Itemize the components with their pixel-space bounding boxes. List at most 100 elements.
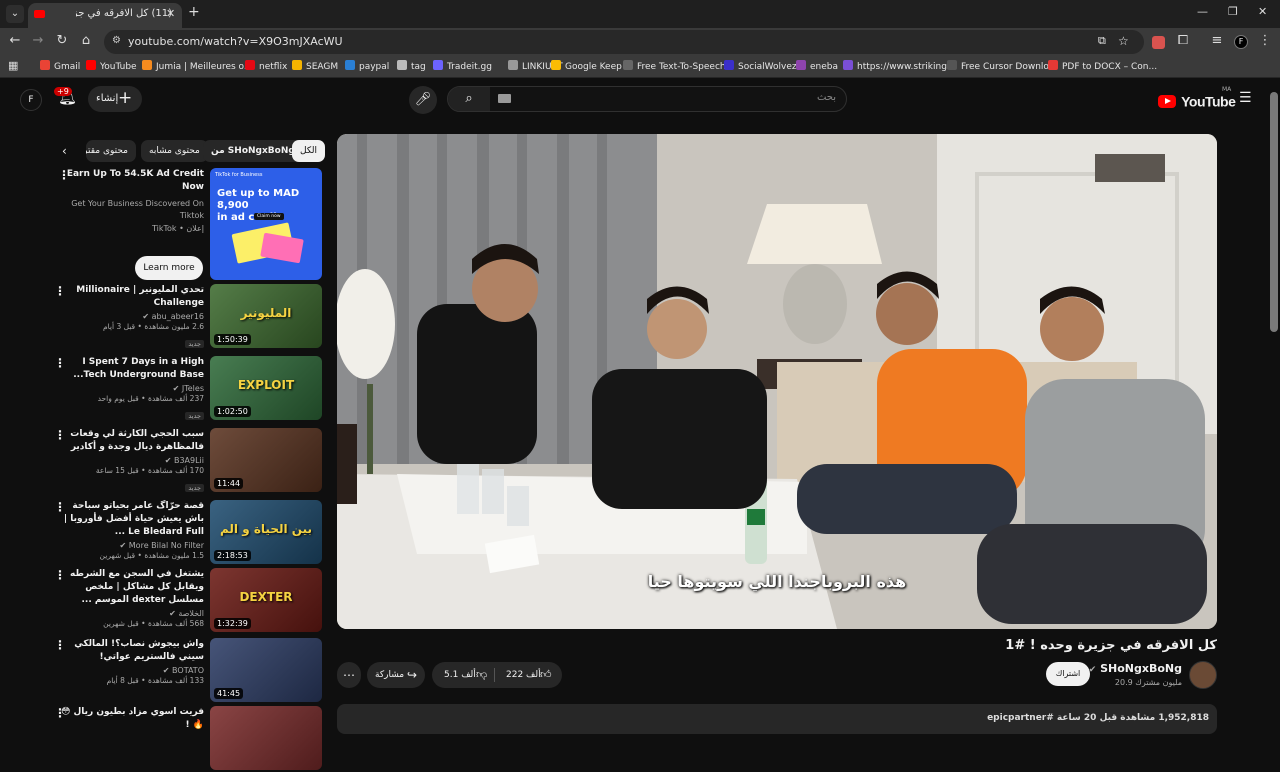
bookmark-item[interactable]: SEAGM [292,60,338,72]
video-title[interactable]: يشتغل في السجن مع الشرطه ويقابل كل مشاكل… [58,568,204,607]
chip-from-channel[interactable]: من SHoNgxBoNg [203,140,303,162]
forward-icon[interactable]: → [29,33,47,48]
channel-name[interactable]: abu_abeer16 ✔ [58,312,204,321]
ad-learn-more-button[interactable]: Learn more [135,256,203,280]
install-app-icon[interactable]: ⧉ [1098,34,1106,48]
related-video-item[interactable]: فريت اسوي مزاد بطيون ريال 😳🔥 ! ⋮ [54,706,322,772]
channel-name[interactable]: ✔ SHoNgxBoNg [1080,662,1182,675]
channel-name[interactable]: More Bilal No Filter ✔ [58,541,204,550]
more-options-icon[interactable]: ⋮ [54,706,66,720]
related-video-item[interactable]: DEXTER 1:32:39 يشتغل في السجن مع الشرطه وي… [54,568,322,634]
hamburger-menu-icon[interactable]: ☰ [1239,90,1252,106]
related-video-item[interactable]: EXPLOIT 1:02:50 I Spent 7 Days in a High T… [54,356,322,422]
apps-grid-icon[interactable]: ▦ [8,59,18,72]
bookmark-item[interactable]: Free Text-To-Speech... [623,60,734,72]
close-window-icon[interactable]: ✕ [1258,5,1267,18]
bookmark-item[interactable]: tag [397,60,426,72]
profile-avatar[interactable]: F [1234,35,1248,49]
close-tab-icon[interactable]: ✕ [166,7,175,20]
home-icon[interactable]: ⌂ [77,33,95,48]
ad-thumbnail[interactable]: TikTok for Business Get up to MAD 8,900 … [210,168,322,280]
back-icon[interactable]: ← [6,33,24,48]
more-options-icon[interactable]: ⋮ [54,356,66,370]
video-title[interactable]: فريت اسوي مزاد بطيون ريال 😳🔥 ! [58,706,204,732]
more-options-icon[interactable]: ⋮ [54,638,66,652]
keyboard-icon[interactable] [498,94,511,103]
ad-card[interactable]: TikTok for Business Get up to MAD 8,900 … [58,168,322,280]
ad-more-icon[interactable]: ⋮ [58,168,70,182]
create-button[interactable]: + إنشاء [88,86,142,112]
search-icon[interactable]: ⌕ [448,87,490,111]
reading-list-icon[interactable]: ≡ [1208,33,1226,48]
video-thumbnail[interactable]: بين الحياة و الم 2:18:53 [210,500,322,564]
bookmark-item[interactable]: YouTube [86,60,137,72]
video-thumbnail[interactable]: DEXTER 1:32:39 [210,568,322,632]
bookmark-item[interactable]: https://www.striking... [843,60,956,72]
new-tab-icon[interactable]: + [188,4,200,20]
extensions-puzzle-icon[interactable]: ⧠ [1174,33,1192,48]
site-info-icon[interactable]: ⚙ [112,35,121,46]
bookmark-item[interactable]: PDF to DOCX – Con... [1048,60,1157,72]
bookmark-item[interactable]: Gmail [40,60,80,72]
like-icon[interactable]: 👍︎ [540,662,552,688]
bookmark-item[interactable]: paypal [345,60,389,72]
description-box[interactable]: 1,952,818 مشاهدة قبل 20 ساعة #epicpartne… [337,704,1217,734]
video-thumbnail[interactable] [210,706,322,770]
address-bar[interactable]: ⚙ youtube.com/watch?v=X9O3mJXAcWU ⧉ ☆ [104,30,1144,54]
video-thumbnail[interactable]: EXPLOIT 1:02:50 [210,356,322,420]
video-thumbnail[interactable]: المليونير 1:50:39 [210,284,322,348]
tab-search-chevron-icon[interactable]: ⌄ [6,5,24,23]
channel-name[interactable]: B3A9Lii ✔ [58,456,204,465]
more-actions-icon[interactable]: ⋯ [337,662,361,688]
dislike-count[interactable]: 5.1 ألف [444,662,476,688]
more-options-icon[interactable]: ⋮ [54,568,66,582]
microphone-icon[interactable]: 🎤︎ [409,86,437,114]
extension-icon[interactable] [1152,36,1165,49]
bookmark-item[interactable]: netflix [245,60,287,72]
dislike-icon[interactable]: 👎︎ [476,662,487,688]
video-title[interactable]: قصة حرّاگ عامر بحياتو سباحة باش يعيش حيا… [58,500,204,539]
bookmark-item[interactable]: eneba [796,60,838,72]
related-video-item[interactable]: 11:44 سبب الحجي الكارثة لي وقعات فالمظاهر… [54,428,322,494]
more-options-icon[interactable]: ⋮ [54,500,66,514]
account-avatar[interactable]: F [20,89,42,111]
bookmark-item[interactable]: SocialWolvez [724,60,797,72]
page-scrollbar[interactable] [1270,92,1278,332]
bookmark-star-icon[interactable]: ☆ [1118,34,1129,48]
more-options-icon[interactable]: ⋮ [54,428,66,442]
video-title[interactable]: تحدي المليونير | Millionaire Challenge [58,284,204,310]
chip-suggested[interactable]: محتوى مقترح [86,140,136,162]
bookmark-item[interactable]: Tradeit.gg [433,60,492,72]
browser-tab[interactable]: (11) كل الافرقه في جزيرة وحده ✕ [28,3,182,28]
minimize-icon[interactable]: — [1197,5,1208,18]
related-video-item[interactable]: المليونير 1:50:39 تحدي المليونير | Million… [54,284,322,350]
bookmark-item[interactable]: Free Cursor Downlo... [947,60,1057,72]
chip-related[interactable]: محتوى مشابه [141,140,208,162]
youtube-logo[interactable]: YouTube MA [1158,86,1236,110]
bookmark-item[interactable]: Jumia | Meilleures o... [142,60,252,72]
search-box[interactable]: ⌕ بحث [447,86,847,112]
channel-avatar[interactable] [1189,661,1217,689]
video-title[interactable]: واش بيجوش نصاب؟! المالكي سيني فالستريم ع… [58,638,204,664]
video-thumbnail[interactable]: 41:45 [210,638,322,702]
chip-all[interactable]: الكل [292,140,326,162]
maximize-icon[interactable]: ❐ [1228,5,1238,18]
chips-prev-chevron-icon[interactable]: ‹ [62,144,67,158]
more-options-icon[interactable]: ⋮ [54,284,66,298]
bookmark-item[interactable]: Google Keep [551,60,622,72]
video-title[interactable]: سبب الحجي الكارثة لي وقعات فالمظاهرة ديا… [58,428,204,454]
channel-name[interactable]: BOTATO ✔ [58,666,204,675]
like-count[interactable]: 222 ألف [506,662,541,688]
video-thumbnail[interactable]: 11:44 [210,428,322,492]
channel-name[interactable]: JTeles ✔ [58,384,204,393]
reload-icon[interactable]: ↻ [53,33,71,48]
chrome-menu-icon[interactable]: ⋮ [1256,33,1274,48]
related-video-item[interactable]: 41:45 واش بيجوش نصاب؟! المالكي سيني فالست… [54,638,322,704]
subscribe-button[interactable]: اشتراك [1046,662,1090,686]
search-input[interactable]: بحث [817,92,836,103]
share-button[interactable]: مشاركة ↪ [367,662,425,688]
channel-name[interactable]: الخلاصة ✔ [58,609,204,618]
video-title[interactable]: I Spent 7 Days in a High Tech Undergroun… [58,356,204,382]
related-video-item[interactable]: بين الحياة و الم 2:18:53 قصة حرّاگ عامر بح… [54,500,322,566]
video-player[interactable]: هذه البروباجندا اللي سويتوها حيا [337,134,1217,629]
